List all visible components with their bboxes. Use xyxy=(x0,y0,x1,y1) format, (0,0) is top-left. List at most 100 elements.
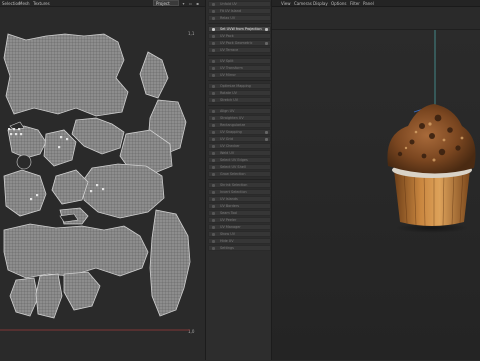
tool-btn-13[interactable]: Align UV xyxy=(208,108,271,114)
tool-icon-10 xyxy=(212,85,215,88)
tool-icon-20 xyxy=(212,159,215,162)
projection-icon xyxy=(212,28,215,31)
tool-check-5[interactable] xyxy=(265,42,268,45)
tool-btn-29[interactable]: UV Manager xyxy=(208,224,271,230)
tool-label-15: Rectangularize xyxy=(220,123,246,127)
tool-label-31: Hide UV xyxy=(220,239,234,243)
viewport-menubar: View Cameras Display Options Filter Pane… xyxy=(272,0,480,7)
tool-icon-6 xyxy=(212,49,215,52)
tool-separator xyxy=(208,55,271,56)
uv-menubar: Selection Mesh Textures Project ▾ ▫ ▪ xyxy=(0,0,205,7)
tool-btn-20[interactable]: Select UV Edges xyxy=(208,157,271,163)
tool-btn-25[interactable]: UV Islands xyxy=(208,196,271,202)
tool-btn-0[interactable]: Unfold UV xyxy=(208,1,271,7)
tool-btn-28[interactable]: UV Peeler xyxy=(208,217,271,223)
tool-label-16: UV Snapping xyxy=(220,130,242,134)
tool-separator xyxy=(208,23,271,24)
tool-icon-4 xyxy=(212,35,215,38)
menu-display[interactable]: Display xyxy=(313,1,328,6)
menu-options[interactable]: Options xyxy=(331,1,346,6)
tool-btn-5[interactable]: UV Pack Geometric xyxy=(208,40,271,46)
tool-btn-21[interactable]: Select UV Shell xyxy=(208,164,271,170)
tool-btn-26[interactable]: UV Borders xyxy=(208,203,271,209)
tool-label-7: UV Split xyxy=(220,59,234,63)
tool-label-8: UV Transform xyxy=(220,66,243,70)
tool-btn-19[interactable]: Weld UV xyxy=(208,150,271,156)
viewport-toolbar xyxy=(272,7,480,30)
menu-view[interactable]: View xyxy=(281,1,291,6)
tool-icon-14 xyxy=(212,117,215,120)
tool-btn-27[interactable]: Seam Tool xyxy=(208,210,271,216)
tool-label-6: UV Terrace xyxy=(220,48,239,52)
uv-map-canvas[interactable] xyxy=(0,30,195,332)
tool-icon-12 xyxy=(212,99,215,102)
tool-separator xyxy=(208,105,271,106)
tool-btn-24[interactable]: Invert Selection xyxy=(208,189,271,195)
menu-cameras[interactable]: Cameras xyxy=(294,1,312,6)
tool-btn-15[interactable]: Rectangularize xyxy=(208,122,271,128)
tool-btn-14[interactable]: Straighten UV xyxy=(208,115,271,121)
tool-btn-23[interactable]: Shrink Selection xyxy=(208,182,271,188)
tool-btn-11[interactable]: Rotate UV xyxy=(208,90,271,96)
tool-btn-6[interactable]: UV Terrace xyxy=(208,47,271,53)
tool-btn-18[interactable]: UV Checker xyxy=(208,143,271,149)
tool-icon-28 xyxy=(212,219,215,222)
menu-textures[interactable]: Textures xyxy=(33,1,50,6)
tool-btn-1[interactable]: Fit UV Island xyxy=(208,8,271,14)
uv-editor-panel: Selection Mesh Textures Project ▾ ▫ ▪ 1,… xyxy=(0,0,205,360)
tool-label-5: UV Pack Geometric xyxy=(220,41,253,45)
tool-label-9: UV Mirror xyxy=(220,73,236,77)
menu-mesh[interactable]: Mesh xyxy=(19,1,30,6)
tool-icon-32 xyxy=(212,247,215,250)
tool-btn-9[interactable]: UV Mirror xyxy=(208,72,271,78)
tool-icon-a[interactable]: ▾ xyxy=(181,1,186,6)
tool-btn-2[interactable]: Relax UV xyxy=(208,15,271,21)
tool-btn-32[interactable]: Settings xyxy=(208,245,271,251)
tool-label-14: Straighten UV xyxy=(220,116,244,120)
tool-icon-25 xyxy=(212,198,215,201)
tool-separator xyxy=(208,179,271,180)
tool-btn-17[interactable]: UV Grid xyxy=(208,136,271,142)
viewport-scene[interactable] xyxy=(272,30,480,360)
tool-icon-5 xyxy=(212,42,215,45)
tool-label-23: Shrink Selection xyxy=(220,183,248,187)
tool-label-1: Fit UV Island xyxy=(220,9,242,13)
menu-filter[interactable]: Filter xyxy=(350,1,360,6)
tool-btn-7[interactable]: UV Split xyxy=(208,58,271,64)
tool-btn-4[interactable]: UV Pack xyxy=(208,33,271,39)
tool-btn-30[interactable]: Show UV xyxy=(208,231,271,237)
tool-label-27: Seam Tool xyxy=(220,211,238,215)
tool-btn-22[interactable]: Grow Selection xyxy=(208,171,271,177)
uv-tools-panel: Unfold UV Fit UV Island Relax UV Set UVW… xyxy=(205,0,272,360)
tool-icon-16 xyxy=(212,131,215,134)
tool-check-17[interactable] xyxy=(265,138,268,141)
tool-icon-c[interactable]: ▪ xyxy=(195,1,200,6)
settings-gear-icon[interactable] xyxy=(265,28,268,31)
tool-check-16[interactable] xyxy=(265,131,268,134)
tool-btn-12[interactable]: Stretch UV xyxy=(208,97,271,103)
tool-icon-7 xyxy=(212,60,215,63)
3d-viewport-panel[interactable]: View Cameras Display Options Filter Pane… xyxy=(272,0,480,360)
tool-icon-22 xyxy=(212,173,215,176)
tool-label-0: Unfold UV xyxy=(220,2,237,6)
tool-icon-30 xyxy=(212,233,215,236)
set-uvw-from-projection-button[interactable]: Set UVW from Projection xyxy=(208,26,271,32)
tool-btn-16[interactable]: UV Snapping xyxy=(208,129,271,135)
tool-label-12: Stretch UV xyxy=(220,98,239,102)
tool-label-13: Align UV xyxy=(220,109,235,113)
menu-selection[interactable]: Selection xyxy=(2,1,20,6)
tool-icon-9 xyxy=(212,74,215,77)
tool-icon-b[interactable]: ▫ xyxy=(188,1,193,6)
tool-icon-26 xyxy=(212,205,215,208)
tool-btn-8[interactable]: UV Transform xyxy=(208,65,271,71)
tool-icon-11 xyxy=(212,92,215,95)
tool-label-21: Select UV Shell xyxy=(220,165,246,169)
tool-icon-2 xyxy=(212,17,215,20)
tool-icon-1 xyxy=(212,10,215,13)
menu-panel[interactable]: Panel xyxy=(363,1,374,6)
tool-btn-10[interactable]: Optimize Mapping xyxy=(208,83,271,89)
tool-btn-31[interactable]: Hide UV xyxy=(208,238,271,244)
tool-icon-0 xyxy=(212,3,215,6)
uv-islands xyxy=(3,33,191,319)
texture-dropdown[interactable]: Project xyxy=(153,0,179,6)
